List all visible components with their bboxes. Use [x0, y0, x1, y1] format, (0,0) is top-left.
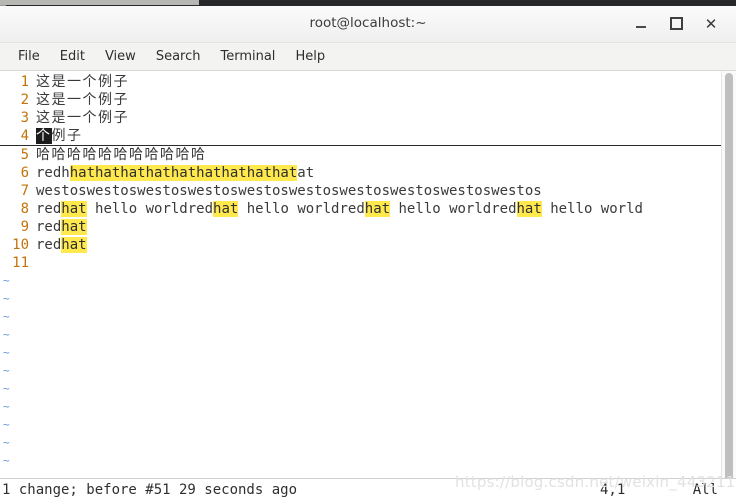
text-run: 哈哈哈哈哈哈哈哈哈哈哈: [36, 147, 207, 163]
scroll-indicator: All: [692, 482, 718, 498]
search-match: hat: [61, 237, 87, 253]
text-cursor: 个: [36, 128, 52, 144]
cursor-position: 4,1: [600, 482, 626, 498]
line-number: 1: [20, 74, 29, 90]
menu-item-search[interactable]: Search: [146, 47, 211, 66]
editor-line[interactable]: 2 这是一个例子: [0, 91, 722, 109]
text-run: hello worldred: [86, 201, 214, 217]
text-run: 这是一个例子: [36, 110, 129, 126]
line-text: redhat: [29, 218, 87, 236]
text-run: 这是一个例子: [36, 74, 129, 90]
empty-line-marker: ~: [3, 274, 10, 287]
empty-line-marker: ~: [3, 436, 10, 449]
editor-line[interactable]: 6 redhhathathathathathathathathatat: [0, 164, 722, 182]
editor-line[interactable]: 1 这是一个例子: [0, 73, 722, 91]
search-match: hat: [364, 201, 391, 217]
vertical-scrollbar[interactable]: [721, 71, 736, 478]
text-run: red: [36, 219, 62, 235]
line-number: 4: [20, 128, 29, 144]
text-run: red: [36, 237, 62, 253]
line-number: 8: [20, 201, 29, 217]
line-number: 6: [20, 165, 29, 181]
empty-line-marker: ~: [3, 346, 10, 359]
search-match: hat: [61, 201, 87, 217]
empty-line-marker: ~: [3, 364, 10, 377]
line-text: 这是一个例子: [29, 91, 129, 109]
search-match: hat: [213, 201, 239, 217]
status-message: 1 change; before #51 29 seconds ago: [2, 482, 298, 498]
line-text: 哈哈哈哈哈哈哈哈哈哈哈: [29, 146, 207, 164]
line-number: 3: [20, 110, 29, 126]
empty-line-marker: ~: [3, 400, 10, 413]
text-run: hello worldred: [390, 201, 517, 217]
editor-line[interactable]: 4 个例子: [0, 127, 722, 146]
title-bar[interactable]: root@localhost:~ ✕: [0, 6, 736, 43]
minimize-icon: [636, 26, 646, 28]
text-run: at: [297, 165, 315, 181]
editor-line[interactable]: 11: [0, 254, 722, 272]
editor-line[interactable]: 3 这是一个例子: [0, 109, 722, 127]
text-run: hello worldred: [238, 201, 365, 217]
line-text: redhhathathathathathathathathatat: [29, 164, 314, 182]
line-text: westoswestoswestoswestoswestoswestoswest…: [29, 182, 542, 200]
close-button[interactable]: ✕: [700, 14, 722, 34]
line-number: 5: [20, 147, 29, 163]
maximize-icon: [669, 17, 683, 30]
empty-line-marker: ~: [3, 382, 10, 395]
text-run: westoswestoswestoswestoswestoswestoswest…: [36, 183, 542, 199]
empty-line-marker: ~: [3, 418, 10, 431]
search-match: hathathathathathathathathat: [69, 165, 298, 181]
line-text: 这是一个例子: [29, 109, 129, 127]
line-number: 11: [12, 255, 29, 271]
text-run: 这是一个例子: [36, 92, 129, 108]
empty-line-marker: ~: [3, 454, 10, 467]
terminal-viewport: 1 这是一个例子 2 这是一个例子 3 这是一个例子 4 个例子 5 哈哈哈哈哈哈哈哈哈哈哈 6 re…: [0, 71, 736, 478]
text-run: red: [36, 201, 62, 217]
terminal-window: root@localhost:~ ✕ File Edit View Search Ter…: [0, 6, 736, 504]
line-text: 个例子: [29, 127, 83, 145]
text-run: hello world: [541, 201, 643, 217]
menu-bar: File Edit View Search Terminal Help: [0, 43, 736, 71]
empty-line-marker: ~: [3, 328, 10, 341]
line-number: 2: [20, 92, 29, 108]
window-title: root@localhost:~: [309, 15, 427, 31]
menu-item-view[interactable]: View: [95, 47, 146, 66]
maximize-button[interactable]: [665, 14, 687, 34]
line-number: 7: [20, 183, 29, 199]
line-text: 这是一个例子: [29, 73, 129, 91]
menu-item-help[interactable]: Help: [285, 47, 335, 66]
minimize-button[interactable]: [630, 14, 652, 34]
search-match: hat: [61, 219, 87, 235]
menu-item-file[interactable]: File: [8, 47, 50, 66]
empty-line-marker: ~: [3, 292, 10, 305]
line-text: redhat: [29, 236, 87, 254]
desktop-edge-strip: [0, 0, 199, 5]
close-icon: ✕: [704, 15, 718, 33]
menu-item-edit[interactable]: Edit: [50, 47, 95, 66]
editor-line[interactable]: 5 哈哈哈哈哈哈哈哈哈哈哈: [0, 146, 722, 164]
editor-line[interactable]: 10 redhat: [0, 236, 722, 254]
search-match: hat: [516, 201, 542, 217]
text-run: 例子: [51, 128, 83, 144]
empty-line-marker: ~: [3, 310, 10, 323]
scrollbar-thumb[interactable]: [725, 73, 733, 478]
line-number: 9: [20, 219, 29, 235]
text-run: redh: [36, 165, 70, 181]
menu-item-terminal[interactable]: Terminal: [210, 47, 285, 66]
editor-line[interactable]: 8 redhat hello worldredhat hello worldred…: [0, 200, 722, 218]
editor-line[interactable]: 7 westoswestoswestoswestoswestoswestoswes…: [0, 182, 722, 200]
status-bar: 1 change; before #51 29 seconds ago 4,1 …: [0, 473, 736, 504]
vim-buffer[interactable]: 1 这是一个例子 2 这是一个例子 3 这是一个例子 4 个例子 5 哈哈哈哈哈哈哈哈哈哈哈 6 re…: [0, 71, 722, 478]
line-text: redhat hello worldredhat hello worldredh…: [29, 200, 643, 218]
editor-line[interactable]: 9 redhat: [0, 218, 722, 236]
line-number: 10: [12, 237, 29, 253]
